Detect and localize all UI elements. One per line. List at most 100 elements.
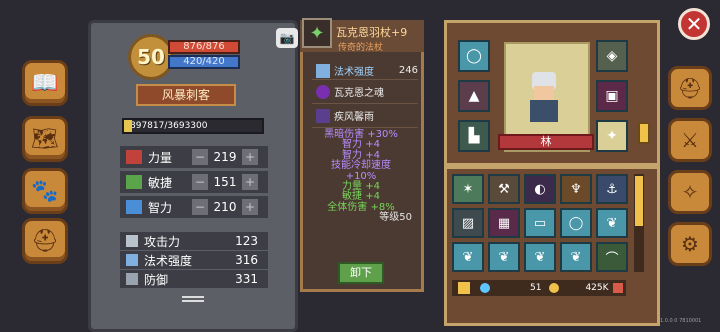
level-requirement: 等级50	[379, 212, 412, 224]
panel-tab[interactable]	[638, 122, 650, 144]
hp-bar: 876/876	[168, 40, 240, 54]
unequip-button[interactable]: 卸下	[338, 262, 384, 284]
item-name: 瓦克恩羽杖+9	[336, 26, 408, 39]
increase-button[interactable]: +	[242, 149, 258, 165]
inventory-slot[interactable]: ❦	[488, 242, 520, 272]
decrease-button[interactable]: −	[192, 174, 208, 190]
power-value: 246	[398, 65, 418, 76]
equip-slot-cloak[interactable]: ◈	[596, 40, 628, 72]
decrease-button[interactable]: −	[192, 199, 208, 215]
equip-slot-armor[interactable]: ▣	[596, 80, 628, 112]
gem-row: 疾风馨雨	[312, 104, 418, 128]
equip-slot-weapon[interactable]: ✦	[596, 120, 628, 152]
rail-helmet-button[interactable]: ⛑	[22, 218, 68, 264]
gem-icon	[480, 283, 490, 293]
class-name: 风暴刺客	[136, 84, 236, 106]
wand-icon	[316, 63, 330, 78]
stat-value: 210	[213, 200, 237, 214]
item-type: 传奇的法杖	[338, 43, 384, 53]
inventory-slot[interactable]: ❦	[560, 242, 592, 272]
rail-map-button[interactable]: 🗺	[22, 116, 68, 162]
soul-gem-icon	[316, 84, 330, 99]
rail-pet-button[interactable]: 🐾	[22, 168, 68, 214]
staff-icon: ✦	[302, 18, 332, 48]
inventory-slot[interactable]: ⚒	[488, 174, 520, 204]
xp-fill	[124, 120, 132, 132]
inventory-slot[interactable]: ◐	[524, 174, 556, 204]
inventory-slot[interactable]: ▨	[452, 208, 484, 238]
gear-icon: ⚙	[681, 232, 699, 256]
close-button[interactable]: ✕	[678, 8, 710, 40]
rail-helmet-button[interactable]: ⛑	[668, 66, 712, 110]
decrease-button[interactable]: −	[192, 149, 208, 165]
book-icon: 📖	[31, 70, 59, 96]
inventory-slot[interactable]: ❦	[596, 208, 628, 238]
intellect-icon	[126, 200, 142, 214]
inventory-slot[interactable]: ♆	[560, 174, 592, 204]
equip-slot-helmet[interactable]: ▲	[458, 80, 490, 112]
strength-icon	[126, 150, 142, 164]
stat-value: 151	[213, 175, 237, 189]
rail-settings-button[interactable]: ⚙	[668, 222, 712, 266]
inventory-slot[interactable]: ⚓	[596, 174, 628, 204]
wind-gem-icon	[316, 108, 330, 123]
inventory-slot[interactable]: ❦	[524, 242, 556, 272]
equip-slot-boots[interactable]: ▙	[458, 120, 490, 152]
stat-row-strength: 力量 − 219 +	[120, 146, 268, 168]
stat-label: 智力	[148, 200, 173, 215]
sword-icon	[126, 235, 138, 247]
attr-row-spellpower: 法术强度 316	[120, 251, 268, 269]
currency-bar: 51 425K	[452, 280, 626, 296]
sort-icon[interactable]	[612, 283, 623, 293]
helmet-icon: ⛑	[677, 76, 703, 100]
gem-count: 51	[530, 283, 542, 293]
gem-row: 瓦克恩之魂	[312, 80, 418, 104]
agility-icon	[126, 175, 142, 189]
shield-icon	[126, 273, 138, 285]
xp-bar: 897817/3693300	[122, 118, 264, 134]
power-row: 法术强度 246	[312, 62, 418, 80]
attr-row-defense: 防御 331	[120, 270, 268, 288]
swords-icon: ⚔	[681, 128, 699, 152]
tooltip-rows: 法术强度 246 瓦克恩之魂 疾风馨雨	[312, 62, 418, 128]
increase-button[interactable]: +	[242, 199, 258, 215]
camera-icon[interactable]: 📷	[276, 28, 298, 48]
stat-value: 219	[213, 150, 237, 164]
attr-label: 法术强度	[144, 253, 193, 268]
inventory-slot[interactable]: ▦	[488, 208, 520, 238]
attr-row-attack: 攻击力 123	[120, 232, 268, 250]
attr-value: 123	[235, 234, 258, 248]
sparkle-icon: ✧	[681, 180, 699, 204]
gem-label: 疾风馨雨	[334, 112, 374, 123]
scrollbar-thumb[interactable]	[635, 176, 643, 226]
map-icon: 🗺	[31, 126, 59, 152]
inventory-slot[interactable]: ⌒	[596, 242, 628, 272]
inventory-slot[interactable]: ✶	[452, 174, 484, 204]
stat-row-agility: 敏捷 − 151 +	[120, 171, 268, 193]
stat-label: 力量	[148, 150, 173, 165]
xp-text: 897817/3693300	[130, 121, 208, 131]
lock-icon[interactable]	[458, 282, 470, 294]
inventory-slot[interactable]: ◯	[560, 208, 592, 238]
character-name: 林	[498, 134, 594, 150]
attr-value: 331	[235, 272, 258, 286]
drag-handle[interactable]	[182, 296, 204, 302]
inventory-slot[interactable]: ❦	[452, 242, 484, 272]
wand-icon	[126, 254, 138, 266]
helmet-icon: ⛑	[31, 228, 59, 254]
rail-skills-button[interactable]: ⚔	[668, 118, 712, 162]
rail-book-button[interactable]: 📖	[22, 60, 68, 106]
attr-label: 防御	[144, 272, 169, 287]
attr-value: 316	[235, 253, 258, 267]
character-sprite	[524, 72, 564, 128]
version-label: 1.0.0.0 7810001	[660, 318, 702, 324]
rail-talent-button[interactable]: ✧	[668, 170, 712, 214]
bonus-list: 黑暗伤害 +30% 智力 +4 智力 +4 技能冷却速度 +10% 力量 +4 …	[304, 129, 418, 224]
gold-icon	[549, 283, 560, 293]
attr-label: 攻击力	[144, 234, 181, 249]
inventory-slot[interactable]: ▭	[524, 208, 556, 238]
pet-icon: 🐾	[31, 178, 59, 204]
stat-label: 敏捷	[148, 175, 173, 190]
equip-slot-necklace[interactable]: ◯	[458, 40, 490, 72]
increase-button[interactable]: +	[242, 174, 258, 190]
